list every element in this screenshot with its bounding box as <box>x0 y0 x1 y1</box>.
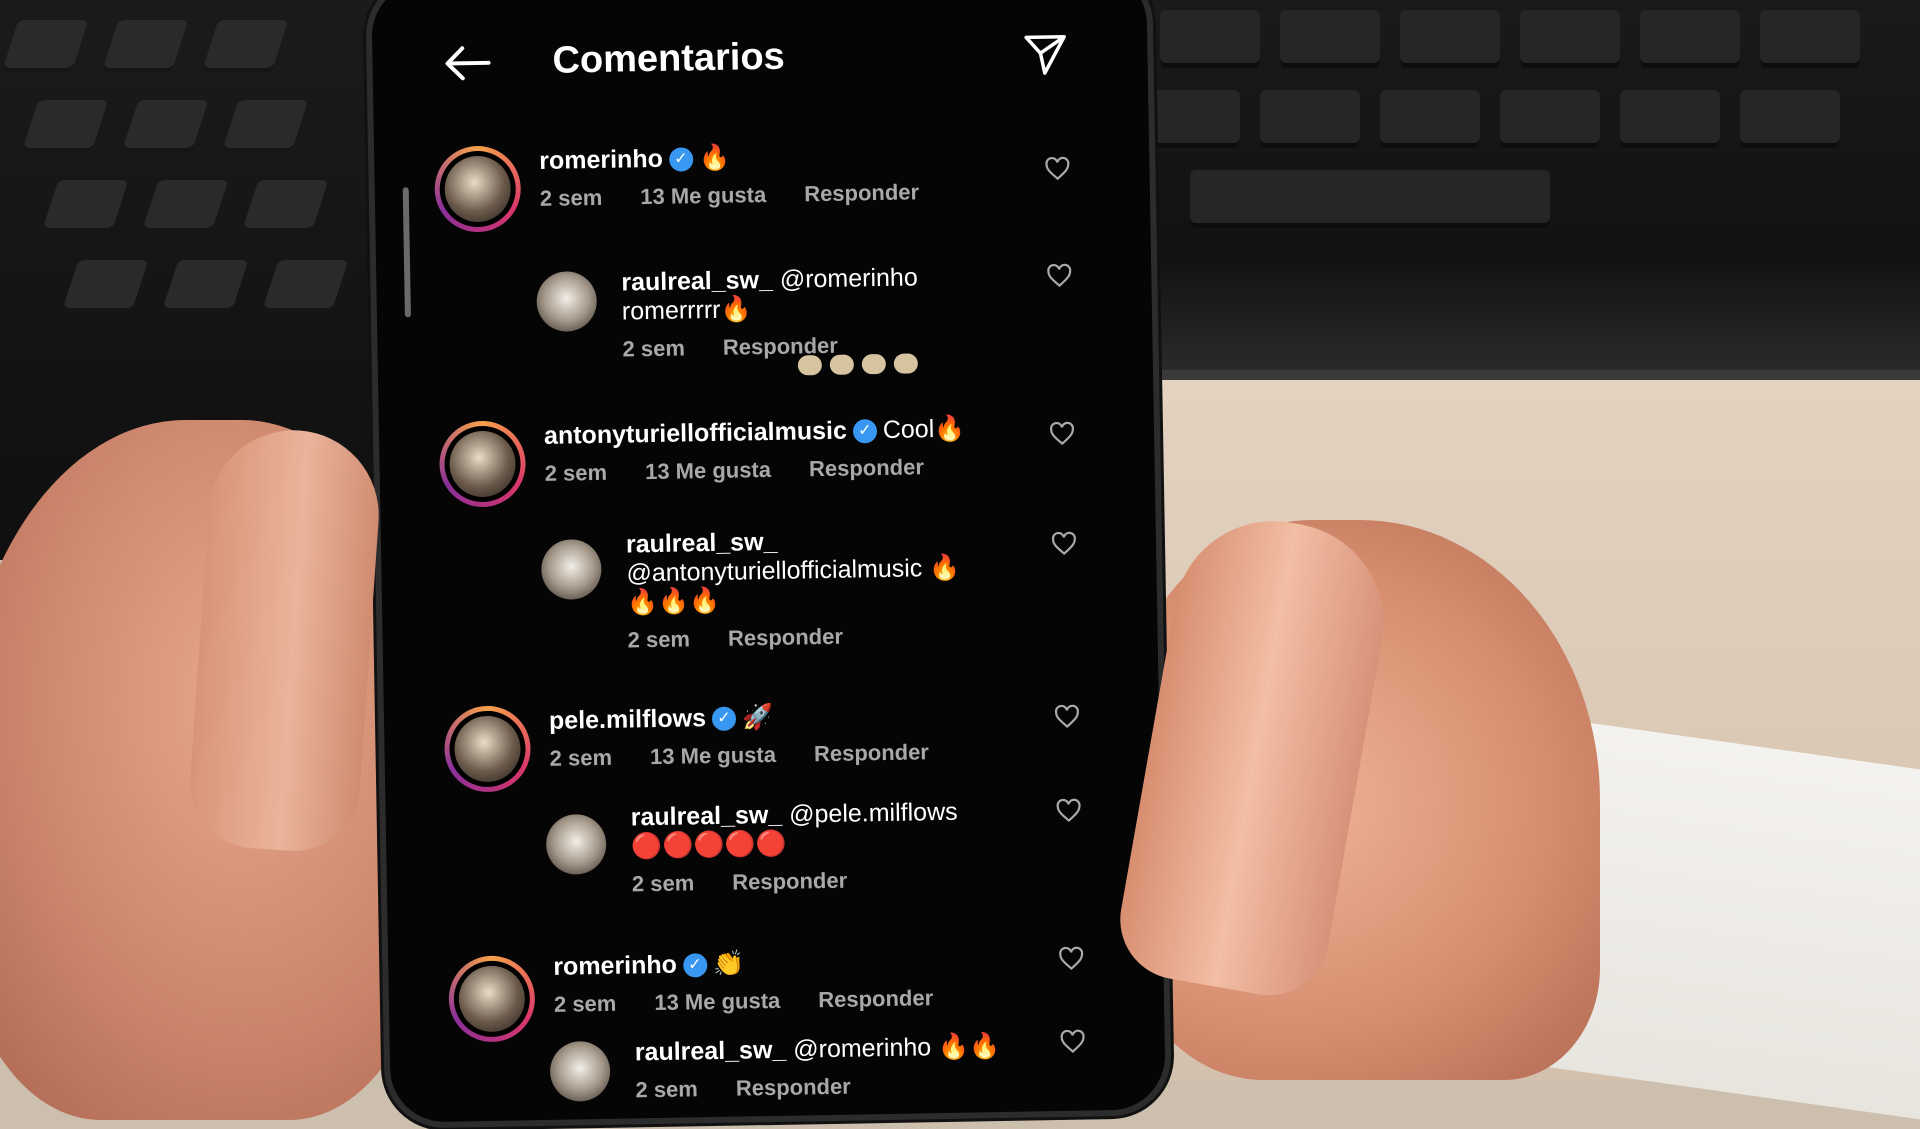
comment-text: Cool🔥 <box>882 414 966 444</box>
comment-likes[interactable]: 13 Me gusta <box>654 988 780 1015</box>
heart-icon[interactable] <box>1054 704 1080 730</box>
comment-username[interactable]: raulreal_sw_ <box>621 266 773 297</box>
comments-screen: Comentarios romerinho ✓ 🔥 2 sem 13 Me gusta… <box>371 0 1166 1123</box>
avatar[interactable] <box>540 538 602 600</box>
heart-icon[interactable] <box>1059 1029 1085 1055</box>
comment-reply-item: raulreal_sw_ @romerinho romerrrrr🔥 2 sem… <box>376 261 1151 362</box>
background-keyboard-right <box>1130 0 1920 388</box>
reply-button[interactable]: Responder <box>809 454 924 481</box>
scrollbar[interactable] <box>402 187 411 318</box>
heart-icon[interactable] <box>1046 263 1072 289</box>
comment-time: 2 sem <box>627 626 691 653</box>
comment-likes[interactable]: 13 Me gusta <box>640 182 766 209</box>
heart-icon[interactable] <box>1055 798 1081 824</box>
comment-username[interactable]: antonyturiellofficialmusic <box>544 417 847 450</box>
comment-text: 👏 <box>712 949 745 979</box>
share-button[interactable] <box>1022 31 1069 78</box>
comment-item: romerinho ✓ 👏 2 sem 13 Me gusta Responder <box>388 944 1163 1043</box>
reply-button[interactable]: Responder <box>814 739 929 766</box>
send-icon <box>1024 35 1066 75</box>
comment-time: 2 sem <box>544 459 608 486</box>
verified-badge-icon: ✓ <box>668 147 694 173</box>
reply-button[interactable]: Responder <box>804 179 919 206</box>
avatar[interactable] <box>443 705 532 793</box>
reply-button[interactable]: Responder <box>732 868 847 895</box>
comment-likes[interactable]: 13 Me gusta <box>650 742 776 769</box>
heart-icon[interactable] <box>1044 156 1070 182</box>
verified-badge-icon: ✓ <box>711 706 737 732</box>
reply-button[interactable]: Responder <box>818 985 933 1012</box>
page-title: Comentarios <box>552 35 786 82</box>
top-bar: Comentarios <box>372 0 1149 113</box>
comment-time: 2 sem <box>553 990 617 1017</box>
verified-badge-icon: ✓ <box>682 953 708 978</box>
avatar[interactable] <box>438 420 527 508</box>
comment-likes[interactable]: 13 Me gusta <box>645 457 771 484</box>
reply-button[interactable]: Responder <box>736 1074 851 1101</box>
avatar[interactable] <box>536 270 598 333</box>
phone: Comentarios romerinho ✓ 🔥 2 sem 13 Me gusta… <box>365 0 1172 1129</box>
comment-time: 2 sem <box>622 335 686 362</box>
comment-username[interactable]: raulreal_sw_ <box>626 528 778 559</box>
comment-username[interactable]: romerinho <box>539 145 663 175</box>
arrow-left-icon <box>445 46 491 81</box>
avatar[interactable] <box>545 813 607 875</box>
comment-item: antonyturiellofficialmusic ✓ Cool🔥 2 sem 13… <box>379 409 1154 508</box>
comment-text: 🔥 <box>698 143 731 173</box>
comment-time: 2 sem <box>635 1076 699 1103</box>
heart-icon[interactable] <box>1058 946 1084 972</box>
reaction-row <box>797 353 919 376</box>
comment-item: pele.milflows ✓ 🚀 2 sem 13 Me gusta Responde… <box>384 694 1159 793</box>
back-button[interactable] <box>442 43 493 84</box>
comment-item: romerinho ✓ 🔥 2 sem 13 Me gusta Responder <box>374 134 1149 233</box>
avatar[interactable] <box>433 145 522 233</box>
comment-username[interactable]: pele.milflows <box>549 704 706 735</box>
comment-username[interactable]: raulreal_sw_ <box>635 1036 787 1067</box>
comment-username[interactable]: romerinho <box>553 951 677 981</box>
comment-time: 2 sem <box>539 184 603 211</box>
comment-reply-item: raulreal_sw_ @pele.milflows 🔴🔴🔴🔴🔴 2 sem R… <box>386 798 1161 896</box>
reply-button[interactable]: Responder <box>728 624 843 651</box>
avatar[interactable] <box>549 1040 611 1102</box>
comment-text: 🚀 <box>741 702 774 732</box>
comment-text: @antonyturiellofficialmusic 🔥🔥🔥🔥 <box>626 553 961 617</box>
comment-reply-item: raulreal_sw_ @antonyturiellofficialmusic… <box>381 528 1156 652</box>
comment-text: @romerinho 🔥🔥 <box>793 1032 1001 1064</box>
verified-badge-icon: ✓ <box>852 419 878 444</box>
avatar[interactable] <box>448 955 536 1043</box>
comment-time: 2 sem <box>631 870 695 897</box>
left-thumb <box>185 424 385 856</box>
comment-time: 2 sem <box>549 744 613 771</box>
heart-icon[interactable] <box>1051 531 1077 557</box>
comment-username[interactable]: raulreal_sw_ <box>630 801 782 832</box>
heart-icon[interactable] <box>1049 421 1075 447</box>
